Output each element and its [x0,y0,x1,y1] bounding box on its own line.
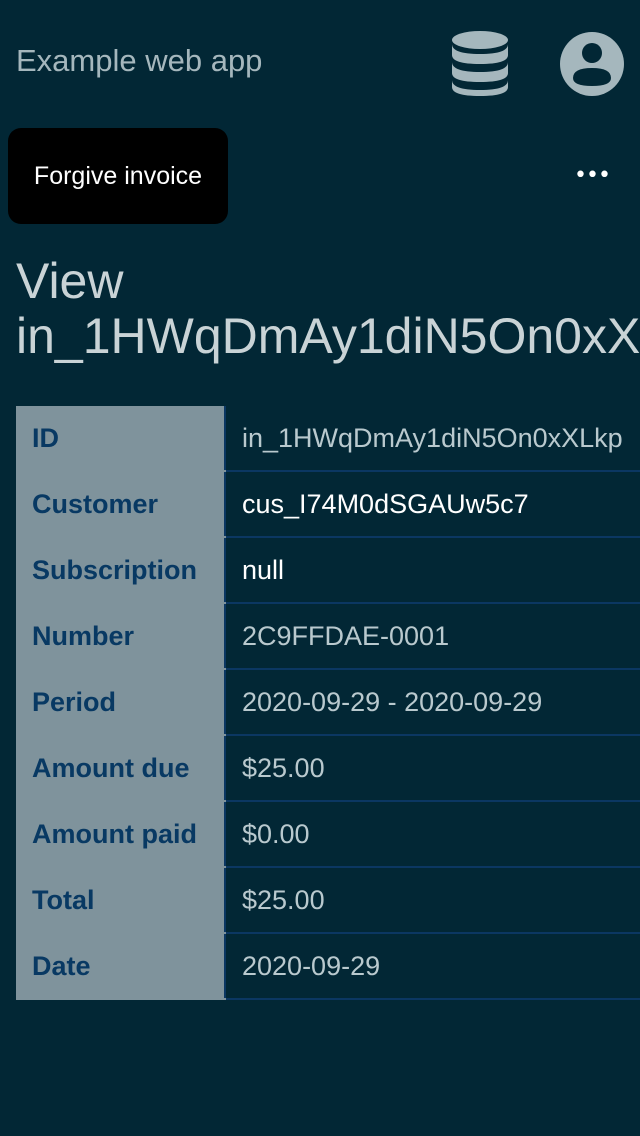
row-value-number: 2C9FFDAE-0001 [225,603,640,670]
table-row: Period 2020-09-29 - 2020-09-29 [16,669,640,736]
table-row: Total $25.00 [16,867,640,934]
row-value-total: $25.00 [225,867,640,934]
row-value-amount-due: $25.00 [225,735,640,802]
forgive-invoice-button[interactable]: Forgive invoice [8,128,228,224]
row-label-amount-paid: Amount paid [16,801,226,868]
table-row: Date 2020-09-29 [16,933,640,1000]
table-row: Number 2C9FFDAE-0001 [16,603,640,670]
row-label-date: Date [16,933,226,1000]
database-icon [452,31,508,96]
page: Example web app Forgive invoice ••• View… [0,0,640,1136]
row-value-amount-paid: $0.00 [225,801,640,868]
row-label-customer: Customer [16,471,226,538]
row-label-id: ID [16,406,226,472]
row-label-period: Period [16,669,226,736]
page-title: View in_1HWqDmAy1diN5On0xXLkp [16,254,640,364]
table-row: Customer cus_I74M0dSGAUw5c7 [16,471,640,538]
row-value-period: 2020-09-29 - 2020-09-29 [225,669,640,736]
user-account-icon[interactable] [558,30,626,98]
row-value-date: 2020-09-29 [225,933,640,1000]
subscription-link[interactable]: null [225,537,640,604]
page-title-prefix: View [16,253,124,309]
invoice-details-table: ID in_1HWqDmAy1diN5On0xXLkp Customer cus… [16,406,640,1000]
row-label-amount-due: Amount due [16,735,226,802]
more-options-button[interactable]: ••• [568,160,616,192]
row-label-number: Number [16,603,226,670]
customer-link[interactable]: cus_I74M0dSGAUw5c7 [225,471,640,538]
row-label-subscription: Subscription [16,537,226,604]
table-row: Amount due $25.00 [16,735,640,802]
row-value-id: in_1HWqDmAy1diN5On0xXLkp [225,406,640,472]
row-label-total: Total [16,867,226,934]
table-row: ID in_1HWqDmAy1diN5On0xXLkp [16,406,640,472]
page-title-invoice-id: in_1HWqDmAy1diN5On0xXLkp [16,308,640,364]
table-row: Amount paid $0.00 [16,801,640,868]
table-row: Subscription null [16,537,640,604]
app-title: Example web app [16,43,263,78]
